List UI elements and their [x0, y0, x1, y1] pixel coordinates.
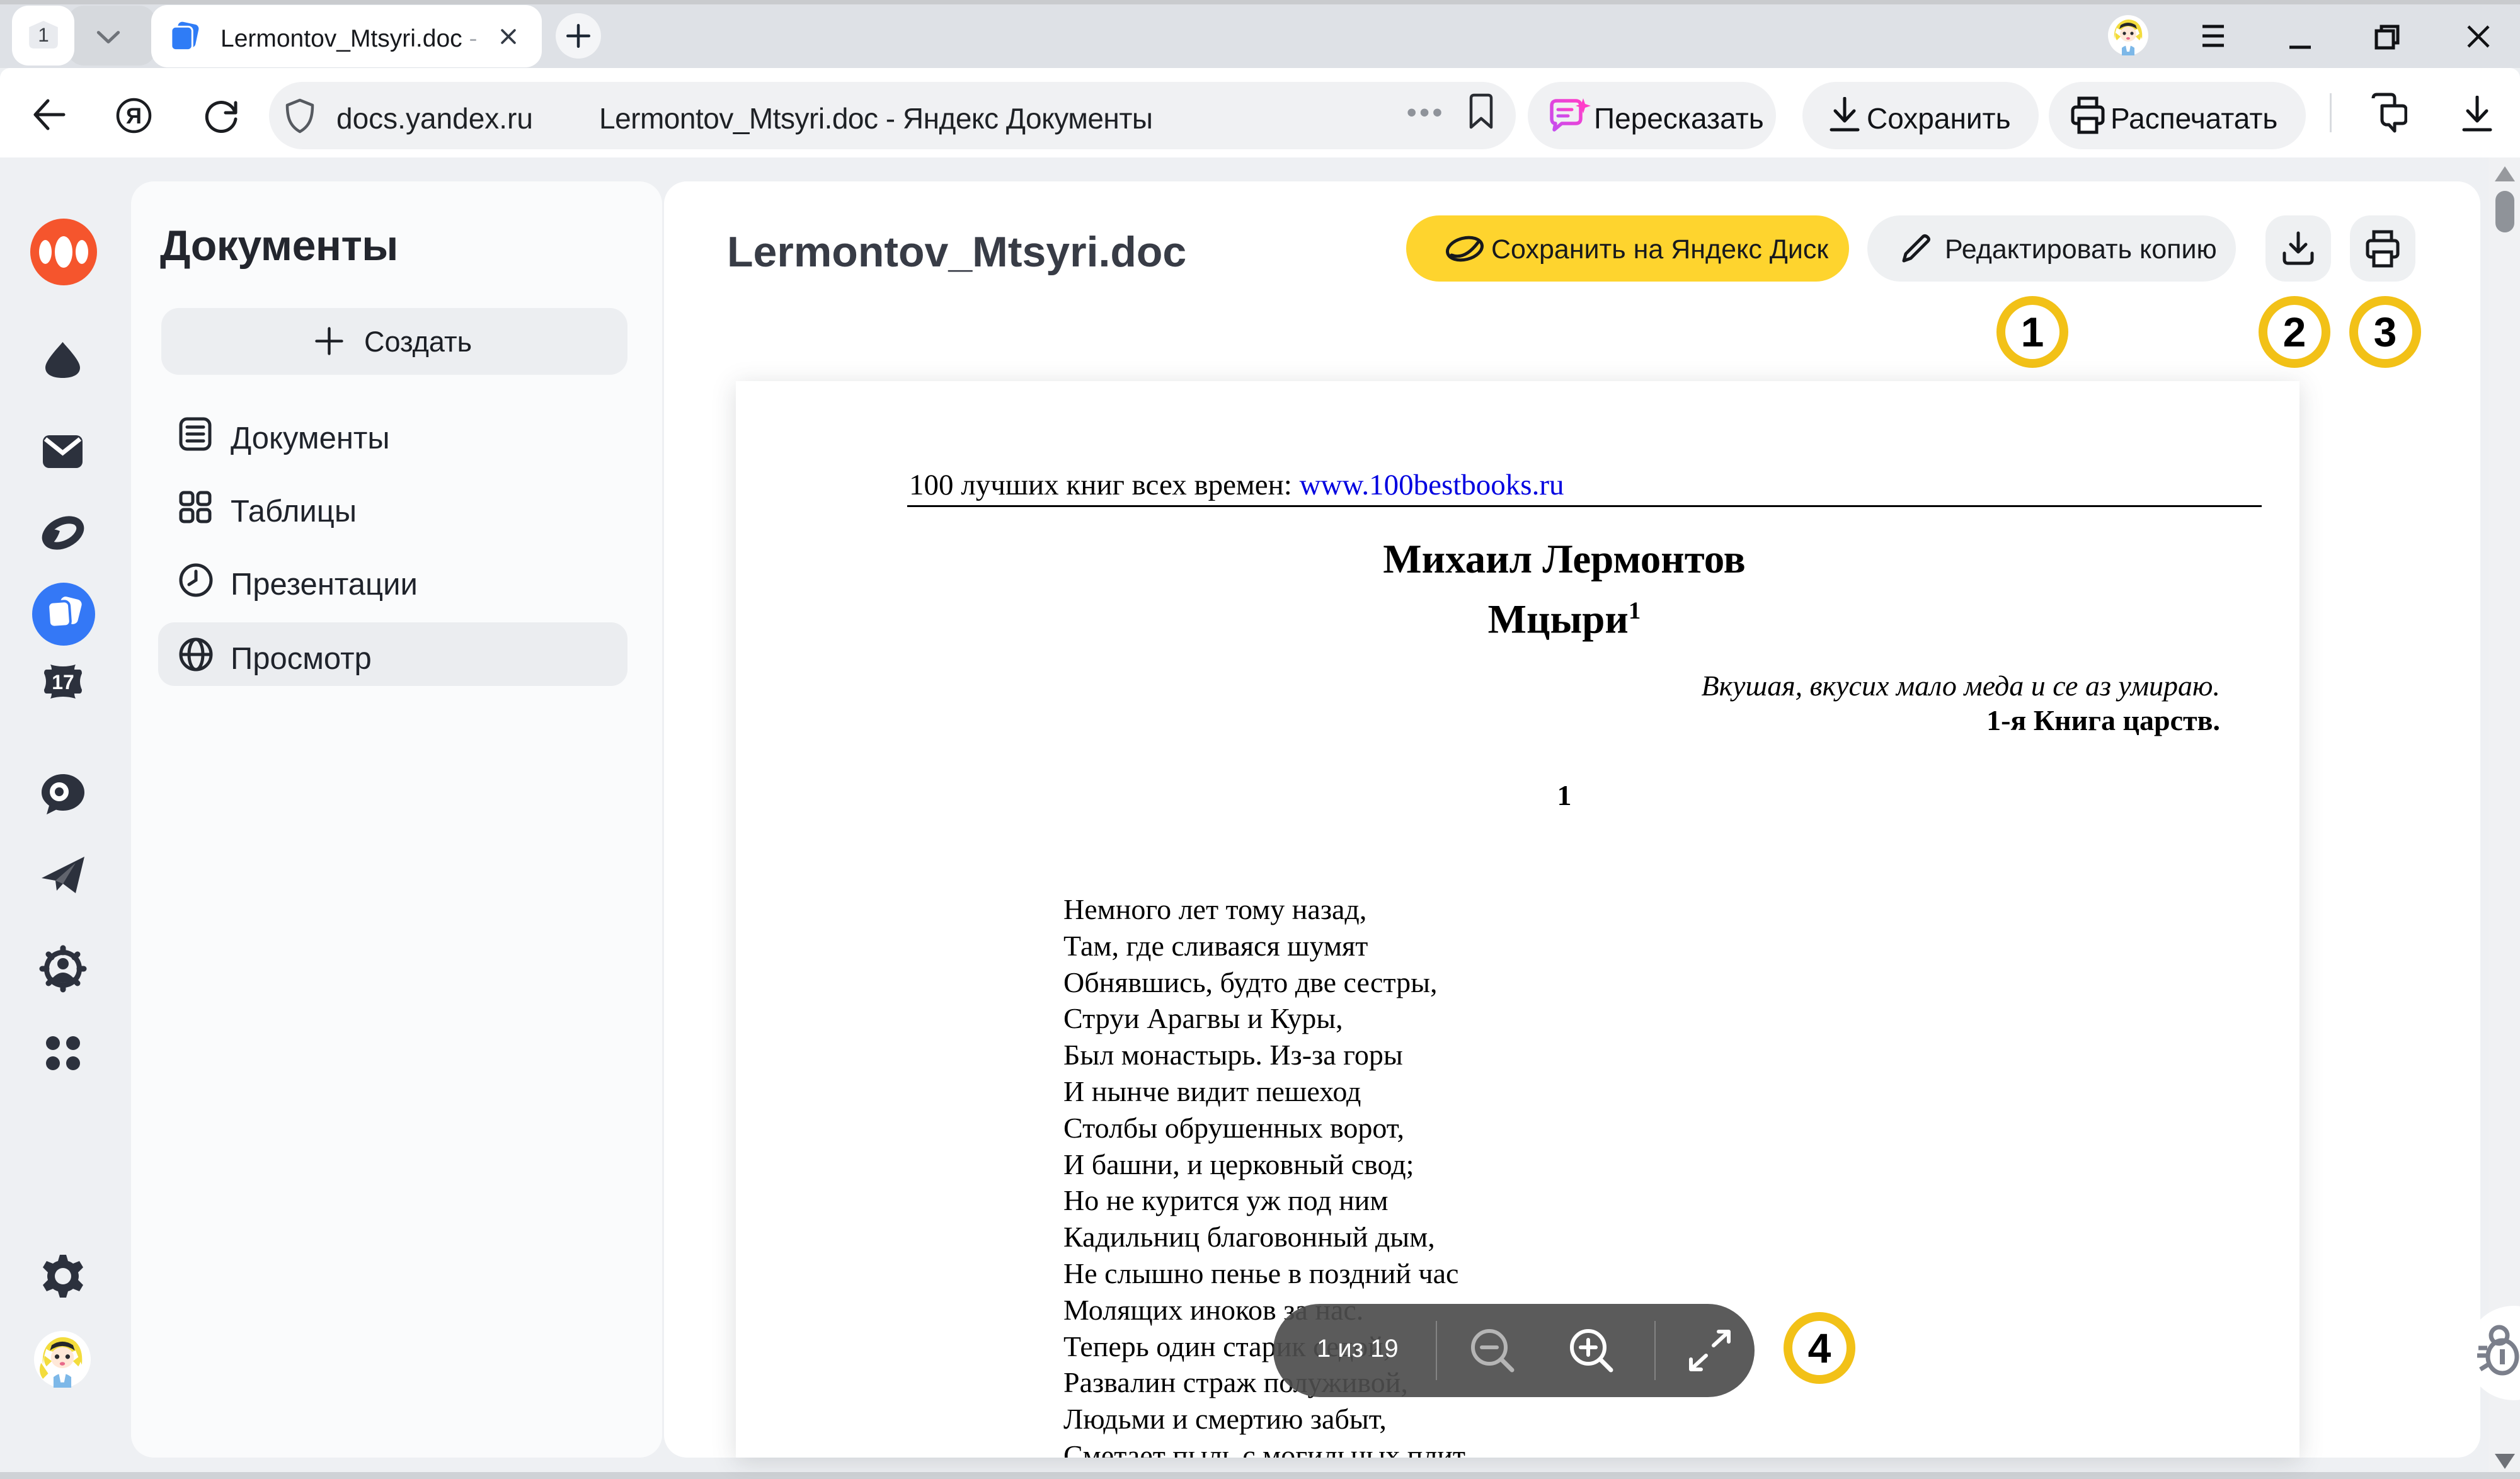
svg-text:1: 1 [38, 23, 49, 46]
svg-text:17: 17 [52, 671, 74, 694]
svg-text:Я: Я [126, 104, 142, 128]
